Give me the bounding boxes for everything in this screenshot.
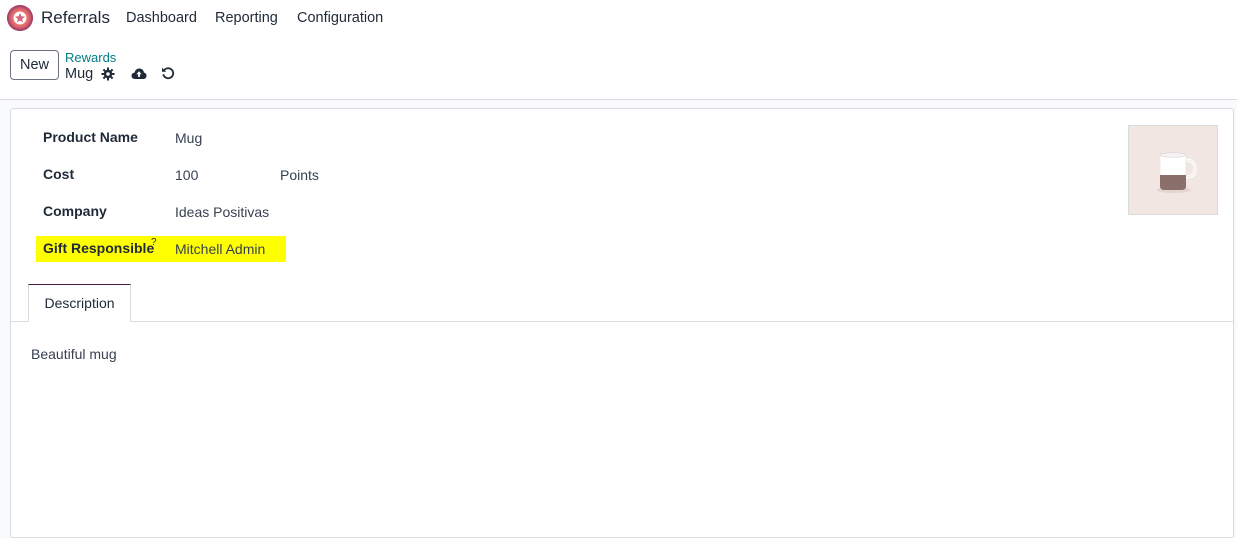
gift-responsible-value[interactable]: Mitchell Admin (175, 241, 265, 257)
product-name-label: Product Name (43, 129, 138, 145)
company-value[interactable]: Ideas Positivas (175, 204, 269, 220)
cost-value[interactable]: 100 (175, 167, 198, 183)
control-panel: New Rewards Mug (0, 37, 1237, 100)
new-button[interactable]: New (10, 50, 59, 80)
menu-reporting[interactable]: Reporting (215, 10, 278, 26)
cost-unit: Points (280, 167, 319, 183)
description-text[interactable]: Beautiful mug (31, 346, 117, 362)
help-tooltip-icon[interactable]: ? (151, 237, 157, 248)
cost-label: Cost (43, 166, 75, 182)
cloud-upload-icon[interactable] (131, 67, 147, 83)
menu-configuration[interactable]: Configuration (297, 10, 383, 26)
referrals-app-icon[interactable] (7, 5, 33, 31)
breadcrumb-current: Mug (65, 66, 94, 82)
tab-divider (11, 321, 1233, 322)
company-label: Company (43, 203, 107, 219)
top-navbar: Referrals Dashboard Reporting Configurat… (0, 0, 1237, 37)
product-name-value[interactable]: Mug (175, 130, 202, 146)
menu-dashboard[interactable]: Dashboard (126, 10, 197, 26)
product-image[interactable] (1128, 125, 1218, 215)
gear-icon[interactable] (101, 67, 115, 84)
gift-responsible-label: Gift Responsible (43, 240, 155, 256)
breadcrumb-rewards[interactable]: Rewards (65, 50, 116, 65)
tab-description[interactable]: Description (28, 284, 131, 322)
undo-icon[interactable] (161, 66, 175, 83)
app-name[interactable]: Referrals (41, 8, 110, 28)
